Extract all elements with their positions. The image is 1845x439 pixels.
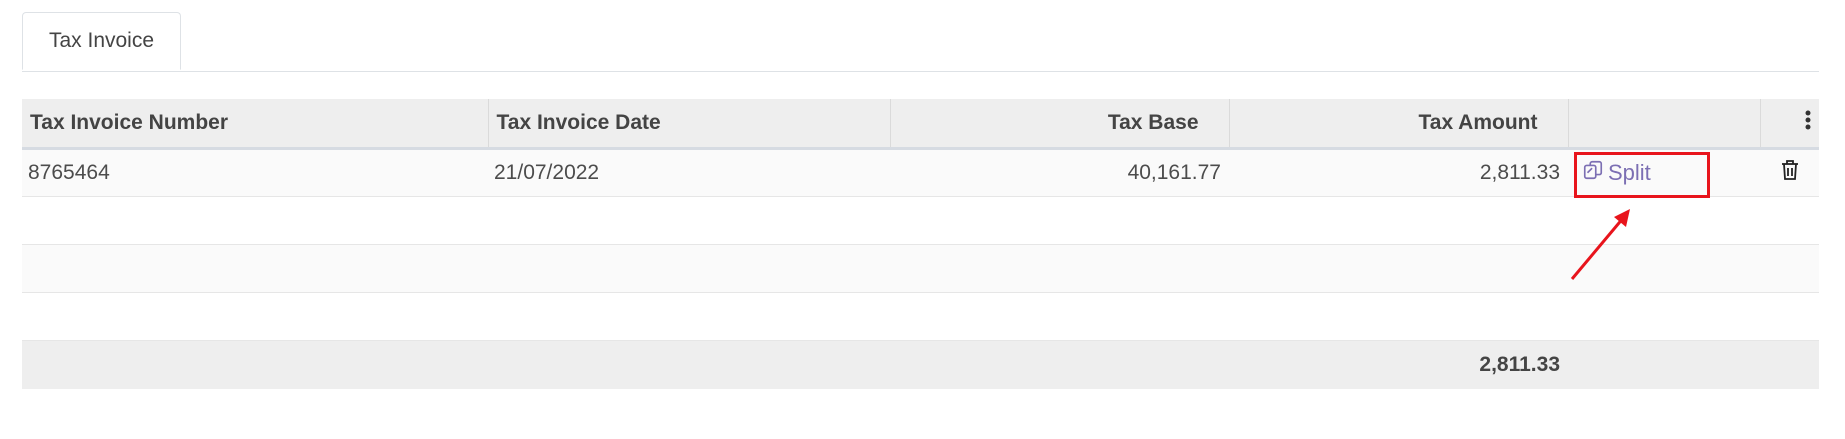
total-spacer [22, 340, 488, 389]
table-row[interactable]: 8765464 21/07/2022 40,161.77 2,811.33 Sp… [22, 148, 1819, 197]
cell-tax-amount[interactable]: 2,811.33 [1229, 148, 1568, 197]
column-header-actions [1568, 99, 1761, 150]
cell-tax-invoice-number[interactable]: 8765464 [22, 148, 488, 197]
trash-icon[interactable] [1781, 159, 1799, 187]
cell-tax-base[interactable]: 40,161.77 [890, 148, 1229, 197]
annotation-arrow [1570, 209, 1630, 280]
column-header-tax-invoice-number[interactable]: Tax Invoice Number [22, 99, 489, 150]
column-header-tax-base[interactable]: Tax Base [890, 99, 1230, 150]
total-spacer [890, 340, 1229, 389]
kebab-menu-icon[interactable] [1805, 110, 1811, 136]
table-header-row: Tax Invoice Number Tax Invoice Date Tax … [22, 99, 1819, 150]
cell-delete [1760, 148, 1819, 197]
total-spacer [1760, 340, 1819, 389]
column-header-tax-invoice-date[interactable]: Tax Invoice Date [488, 99, 891, 150]
annotation-highlight-box [1574, 152, 1710, 198]
table-row-empty [22, 196, 1819, 245]
table-row-empty [22, 292, 1819, 341]
tax-invoice-table: Tax Invoice Number Tax Invoice Date Tax … [22, 99, 1819, 389]
total-spacer [488, 340, 890, 389]
table-total-row: 2,811.33 [22, 340, 1819, 389]
total-spacer [1568, 340, 1760, 389]
tab-tax-invoice[interactable]: Tax Invoice [22, 12, 181, 70]
column-header-tax-amount[interactable]: Tax Amount [1229, 99, 1569, 150]
cell-tax-invoice-date[interactable]: 21/07/2022 [488, 148, 890, 197]
column-header-options [1760, 99, 1819, 150]
total-tax-amount: 2,811.33 [1229, 340, 1568, 389]
table-row-empty [22, 244, 1819, 293]
tab-bar: Tax Invoice [22, 0, 1819, 72]
